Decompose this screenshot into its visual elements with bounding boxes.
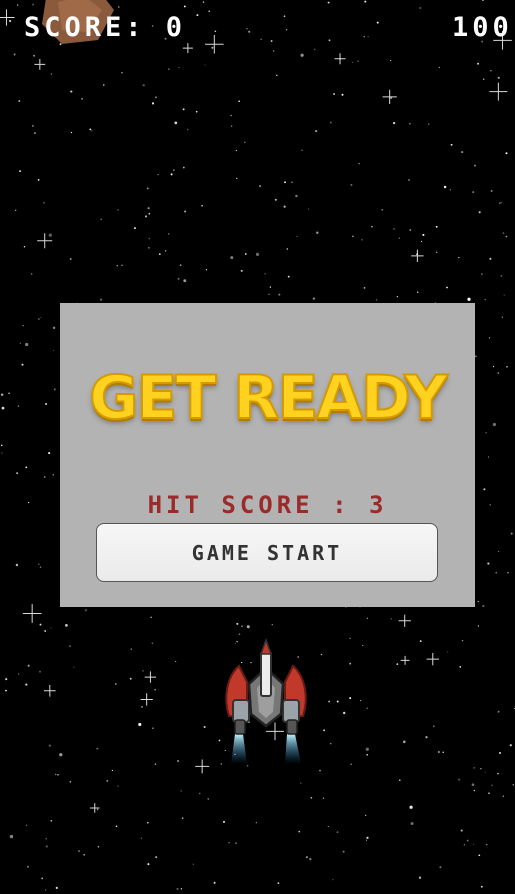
spaceship-icon[interactable] xyxy=(221,638,311,768)
score-display: SCORE: 0 xyxy=(24,12,187,43)
game-start-button[interactable]: GAME START xyxy=(96,523,438,582)
hit-score-label: HIT SCORE : 3 xyxy=(147,491,388,519)
get-ready-title: GET READY xyxy=(88,362,449,434)
hp-display: 100 xyxy=(452,12,513,43)
get-ready-panel: GET READY HIT SCORE : 3 GAME START xyxy=(60,303,475,607)
game-start-label: GAME START xyxy=(191,540,343,565)
